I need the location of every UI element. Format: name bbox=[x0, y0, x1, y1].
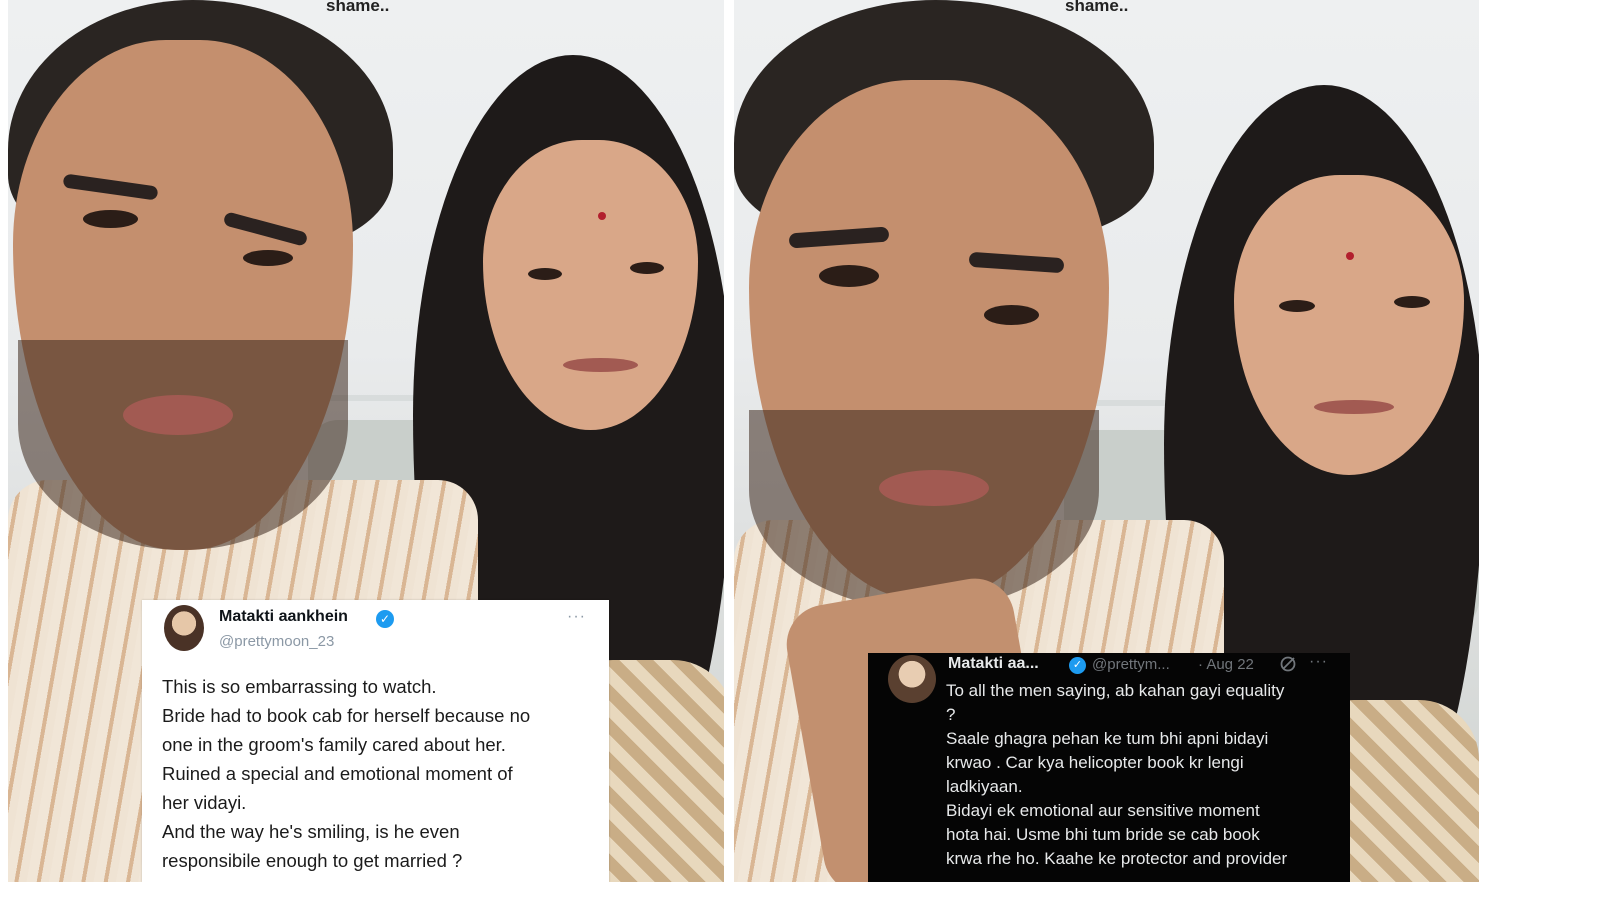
avatar[interactable] bbox=[888, 655, 936, 703]
tweet-line: Saale ghagra pehan ke tum bhi apni biday… bbox=[946, 729, 1269, 748]
tweet-line: Bidayi ek emotional aur sensitive moment bbox=[946, 801, 1260, 820]
man-eye-right bbox=[984, 305, 1039, 325]
tweet-line: krwa rhe ho. Kaahe ke protector and prov… bbox=[946, 849, 1288, 868]
verified-badge-icon: ✓ bbox=[376, 610, 394, 628]
tweet-line: krwao . Car kya helicopter book kr lengi bbox=[946, 753, 1244, 772]
video-caption: shame.. bbox=[1065, 0, 1129, 15]
tweet-text: To all the men saying, ab kahan gayi equ… bbox=[946, 679, 1346, 871]
tweet-author-handle[interactable]: @prettymoon_23 bbox=[219, 633, 334, 650]
left-video-frame: shame.. Matakti aankhein ✓ @prettymoon_2… bbox=[8, 0, 724, 882]
man-eye-right bbox=[243, 250, 293, 266]
man-mouth bbox=[879, 470, 989, 506]
man-eye-left bbox=[83, 210, 138, 228]
bindi bbox=[1346, 252, 1354, 260]
tweet-author-name[interactable]: Matakti aa... bbox=[948, 655, 1039, 673]
bindi bbox=[598, 212, 606, 220]
woman-mouth bbox=[1314, 400, 1394, 414]
man-mouth bbox=[123, 395, 233, 435]
tweet-line: responsibile enough to get married ? bbox=[162, 850, 463, 871]
tweet-line: And the way he's smiling, is he even bbox=[162, 821, 460, 842]
tweet-date[interactable]: · Aug 22 bbox=[1198, 656, 1254, 673]
tweet-card[interactable]: Matakti aankhein ✓ @prettymoon_23 ··· Th… bbox=[142, 600, 609, 882]
tweet-line: This is so embarrassing to watch. bbox=[162, 676, 437, 697]
tweet-line: hota hai. Usme bhi tum bride se cab book bbox=[946, 825, 1260, 844]
tweet-line: ladkiyaan. bbox=[946, 777, 1023, 796]
tweet-author-handle[interactable]: @prettym... bbox=[1092, 656, 1170, 673]
man-eye-left bbox=[819, 265, 879, 287]
verified-badge-icon: ✓ bbox=[1069, 657, 1086, 674]
more-icon[interactable]: ··· bbox=[567, 608, 586, 626]
tweet-text: This is so embarrassing to watch. Bride … bbox=[162, 672, 602, 875]
tweet-line: her vidayi. bbox=[162, 792, 247, 813]
woman-eye-left bbox=[1279, 300, 1315, 312]
woman-mouth bbox=[563, 358, 638, 372]
tweet-author-name[interactable]: Matakti aankhein bbox=[219, 608, 348, 626]
woman-eye-left bbox=[528, 268, 562, 280]
woman-eye-right bbox=[630, 262, 664, 274]
avatar[interactable] bbox=[164, 605, 204, 651]
tweet-card[interactable]: Matakti aa... ✓ @prettym... · Aug 22 ···… bbox=[868, 653, 1350, 882]
more-icon[interactable]: ··· bbox=[1309, 653, 1328, 671]
right-video-frame: shame.. Matakti aa... ✓ @prettym... · Au… bbox=[734, 0, 1479, 882]
tweet-line: To all the men saying, ab kahan gayi equ… bbox=[946, 681, 1285, 700]
grok-icon[interactable] bbox=[1279, 655, 1297, 678]
tweet-line: Bride had to book cab for herself becaus… bbox=[162, 705, 531, 726]
tweet-line: Ruined a special and emotional moment of bbox=[162, 763, 513, 784]
tweet-line: one in the groom's family cared about he… bbox=[162, 734, 506, 755]
woman-eye-right bbox=[1394, 296, 1430, 308]
video-caption: shame.. bbox=[326, 0, 390, 15]
tweet-line: ? bbox=[946, 705, 956, 724]
